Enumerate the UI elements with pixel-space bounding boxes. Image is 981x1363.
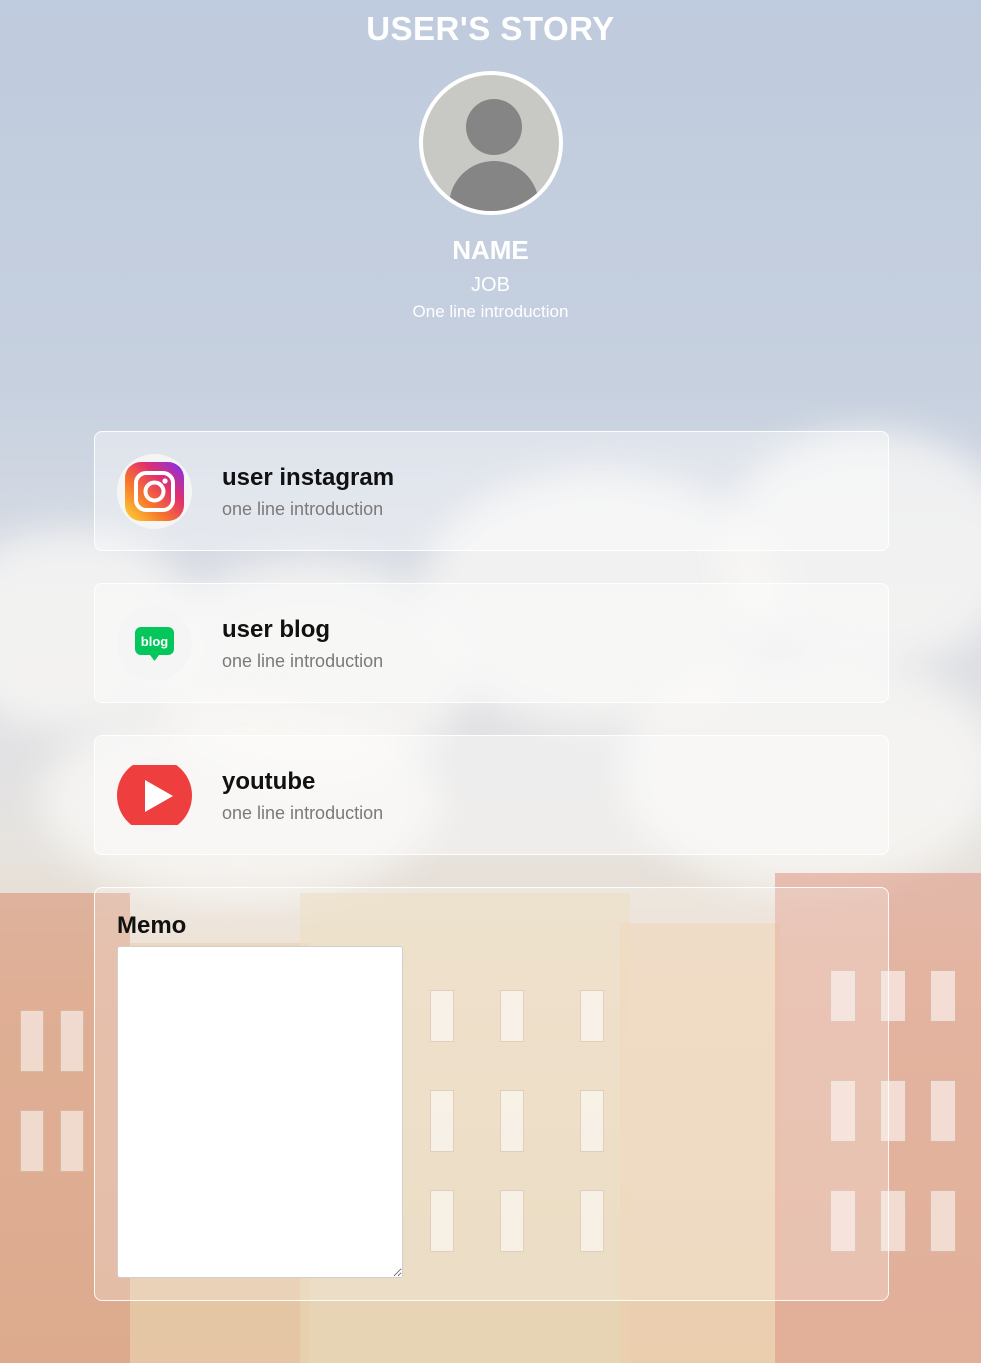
- blog-subtitle: one line introduction: [222, 651, 384, 671]
- profile-header: USER'S STORY NAME JOB One line introduct…: [0, 0, 981, 323]
- page-title: USER'S STORY: [366, 10, 615, 47]
- memo-label: Memo: [117, 912, 187, 939]
- instagram-icon: [117, 454, 192, 529]
- profile-job: JOB: [471, 274, 510, 296]
- blog-title: user blog: [222, 616, 331, 643]
- memo-card: Memo: [94, 887, 889, 1301]
- instagram-title: user instagram: [222, 464, 395, 491]
- avatar-head-shape: [465, 99, 522, 155]
- profile-intro: One line introduction: [412, 302, 569, 321]
- profile-name: NAME: [452, 235, 529, 265]
- instagram-subtitle: one line introduction: [222, 499, 384, 519]
- link-card-youtube[interactable]: youtube one line introduction: [94, 735, 889, 855]
- link-card-instagram[interactable]: user instagram one line introduction: [94, 431, 889, 551]
- avatar-body-shape: [448, 161, 539, 211]
- link-card-blog[interactable]: blog user blog one line introduction: [94, 583, 889, 703]
- page: USER'S STORY NAME JOB One line introduct…: [0, 0, 981, 1363]
- youtube-title: youtube: [222, 768, 316, 795]
- avatar[interactable]: [418, 71, 563, 215]
- memo-textarea[interactable]: [117, 946, 403, 1278]
- blog-icon: blog: [117, 606, 192, 681]
- youtube-subtitle: one line introduction: [222, 803, 384, 823]
- youtube-icon: [117, 758, 192, 833]
- blog-icon-text: blog: [141, 634, 168, 649]
